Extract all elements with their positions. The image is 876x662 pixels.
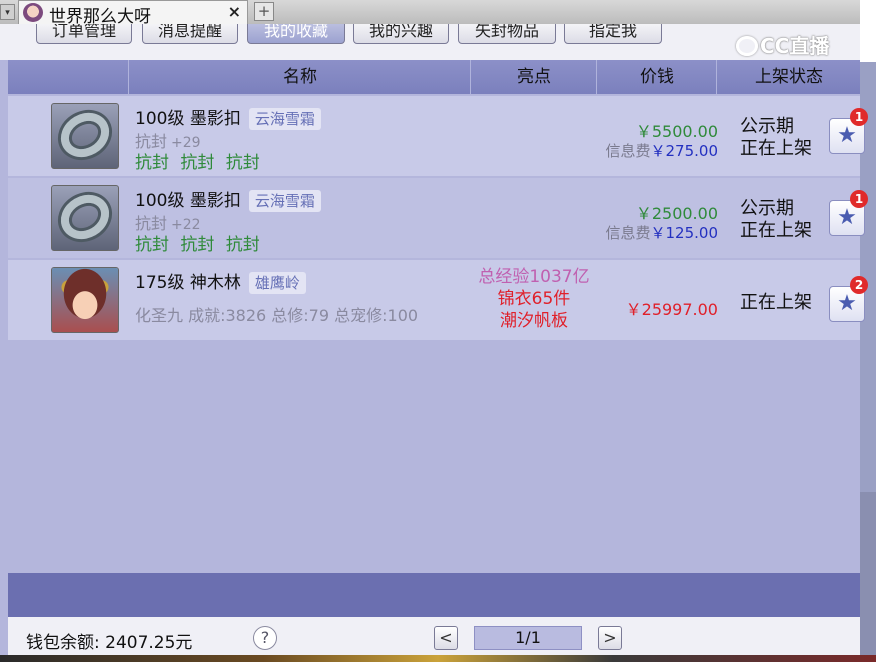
- item-tags: 抗封 抗封 抗封: [135, 235, 260, 255]
- highlight-line-3: 潮汐帆板: [500, 311, 568, 331]
- item-tags: 抗封 抗封 抗封: [135, 153, 260, 173]
- fee-label: 信息费: [605, 224, 651, 242]
- price: ￥25997.00: [625, 300, 718, 319]
- header-name: 名称: [128, 60, 471, 94]
- nav-my-interests-button[interactable]: 我的兴趣: [353, 24, 449, 44]
- character-thumbnail[interactable]: [51, 267, 119, 333]
- browser-tab-bar: ▾ 世界那么大呀 × +: [0, 0, 860, 27]
- item-thumbnail[interactable]: [51, 185, 119, 251]
- header-blank: [8, 60, 128, 94]
- cc-logo-icon: [736, 36, 758, 56]
- item-title: 100级 墨影扣 云海雪霜: [135, 186, 321, 212]
- tab-avatar-icon: [23, 3, 43, 22]
- favorite-count-badge: 2: [850, 276, 868, 294]
- top-nav: 订单管理 消息提醒 我的收藏 我的兴趣 矢封物品 指定我 CC直播: [0, 24, 860, 60]
- favorite-count-badge: 1: [850, 108, 868, 126]
- next-page-button[interactable]: >: [598, 626, 622, 650]
- tab-close-icon[interactable]: ×: [228, 2, 241, 21]
- watermark-text: CC直播: [760, 34, 830, 58]
- fee-amount: ￥275.00: [650, 142, 719, 160]
- nav-message-reminder-button[interactable]: 消息提醒: [142, 24, 238, 44]
- price: ￥2500.00: [635, 204, 718, 223]
- item-thumbnail[interactable]: [51, 103, 119, 169]
- status-line-1: 正在上架: [740, 292, 812, 313]
- fee-label: 信息费: [605, 142, 651, 160]
- highlights: 总经验1037亿 锦衣65件 潮汐帆板: [470, 266, 598, 332]
- nav-my-favorites-button[interactable]: 我的收藏: [247, 24, 345, 44]
- ring-item-icon: [52, 104, 118, 166]
- highlight-line-1: 总经验1037亿: [478, 267, 590, 287]
- status-line-2: 正在上架: [740, 220, 812, 241]
- trade-panel: 订单管理 消息提醒 我的收藏 我的兴趣 矢封物品 指定我 CC直播 名称 亮点 …: [0, 24, 868, 662]
- item-title: 100级 墨影扣 云海雪霜: [135, 104, 321, 130]
- window-edge: [860, 0, 876, 62]
- character-portrait-icon: [52, 268, 118, 332]
- info-fee: 信息费￥275.00: [578, 140, 718, 161]
- info-fee: 信息费￥125.00: [578, 222, 718, 243]
- item-title: 175级 神木林 雄鹰岭: [135, 268, 306, 294]
- table-header: 名称 亮点 价钱 上架状态: [8, 60, 860, 94]
- listing-status: 公示期 正在上架: [740, 116, 812, 160]
- ring-item-icon: [52, 186, 118, 248]
- item-level-name: 100级 墨影扣: [135, 109, 241, 129]
- header-listing-status: 上架状态: [716, 60, 861, 94]
- game-background-strip: [0, 655, 876, 662]
- fee-amount: ￥125.00: [650, 224, 719, 242]
- prev-page-button[interactable]: <: [434, 626, 458, 650]
- listing-status: 公示期 正在上架: [740, 198, 812, 242]
- page-indicator: 1/1: [474, 626, 582, 650]
- tab-list-dropdown-icon[interactable]: ▾: [0, 4, 15, 20]
- nav-sealed-items-button[interactable]: 矢封物品: [458, 24, 556, 44]
- new-tab-button[interactable]: +: [254, 2, 274, 21]
- favorite-count-badge: 1: [850, 190, 868, 208]
- item-level-name: 100级 墨影扣: [135, 191, 241, 211]
- table-row[interactable]: 100级 墨影扣 云海雪霜 抗封 +29 抗封 抗封 抗封 ￥5500.00 信息费…: [8, 96, 868, 176]
- wallet-balance: 钱包余额: 2407.25元: [26, 633, 193, 653]
- table-bottom-band: [8, 573, 860, 617]
- table-row[interactable]: 175级 神木林 雄鹰岭 化圣九 成就:3826 总修:79 总宠修:100 总经…: [8, 260, 868, 340]
- help-icon[interactable]: ?: [253, 626, 277, 650]
- price: ￥5500.00: [635, 122, 718, 141]
- header-highlights: 亮点: [470, 60, 597, 94]
- server-tag: 雄鹰岭: [248, 272, 306, 294]
- highlight-line-2: 锦衣65件: [497, 289, 571, 309]
- browser-tab[interactable]: 世界那么大呀 ×: [18, 0, 248, 27]
- server-tag: 云海雪霜: [248, 108, 321, 130]
- status-line-1: 公示期: [740, 116, 794, 137]
- nav-order-management-button[interactable]: 订单管理: [36, 24, 132, 44]
- item-level-name: 175级 神木林: [135, 273, 241, 293]
- header-price: 价钱: [596, 60, 717, 94]
- status-line-1: 公示期: [740, 198, 794, 219]
- listing-status: 正在上架: [740, 292, 812, 314]
- cc-live-watermark: CC直播: [736, 30, 829, 59]
- server-tag: 云海雪霜: [248, 190, 321, 212]
- status-line-2: 正在上架: [740, 138, 812, 159]
- nav-designated-me-button[interactable]: 指定我: [564, 24, 662, 44]
- table-row[interactable]: 100级 墨影扣 云海雪霜 抗封 +22 抗封 抗封 抗封 ￥2500.00 信息费…: [8, 178, 868, 258]
- character-stats: 化圣九 成就:3826 总修:79 总宠修:100: [135, 306, 419, 325]
